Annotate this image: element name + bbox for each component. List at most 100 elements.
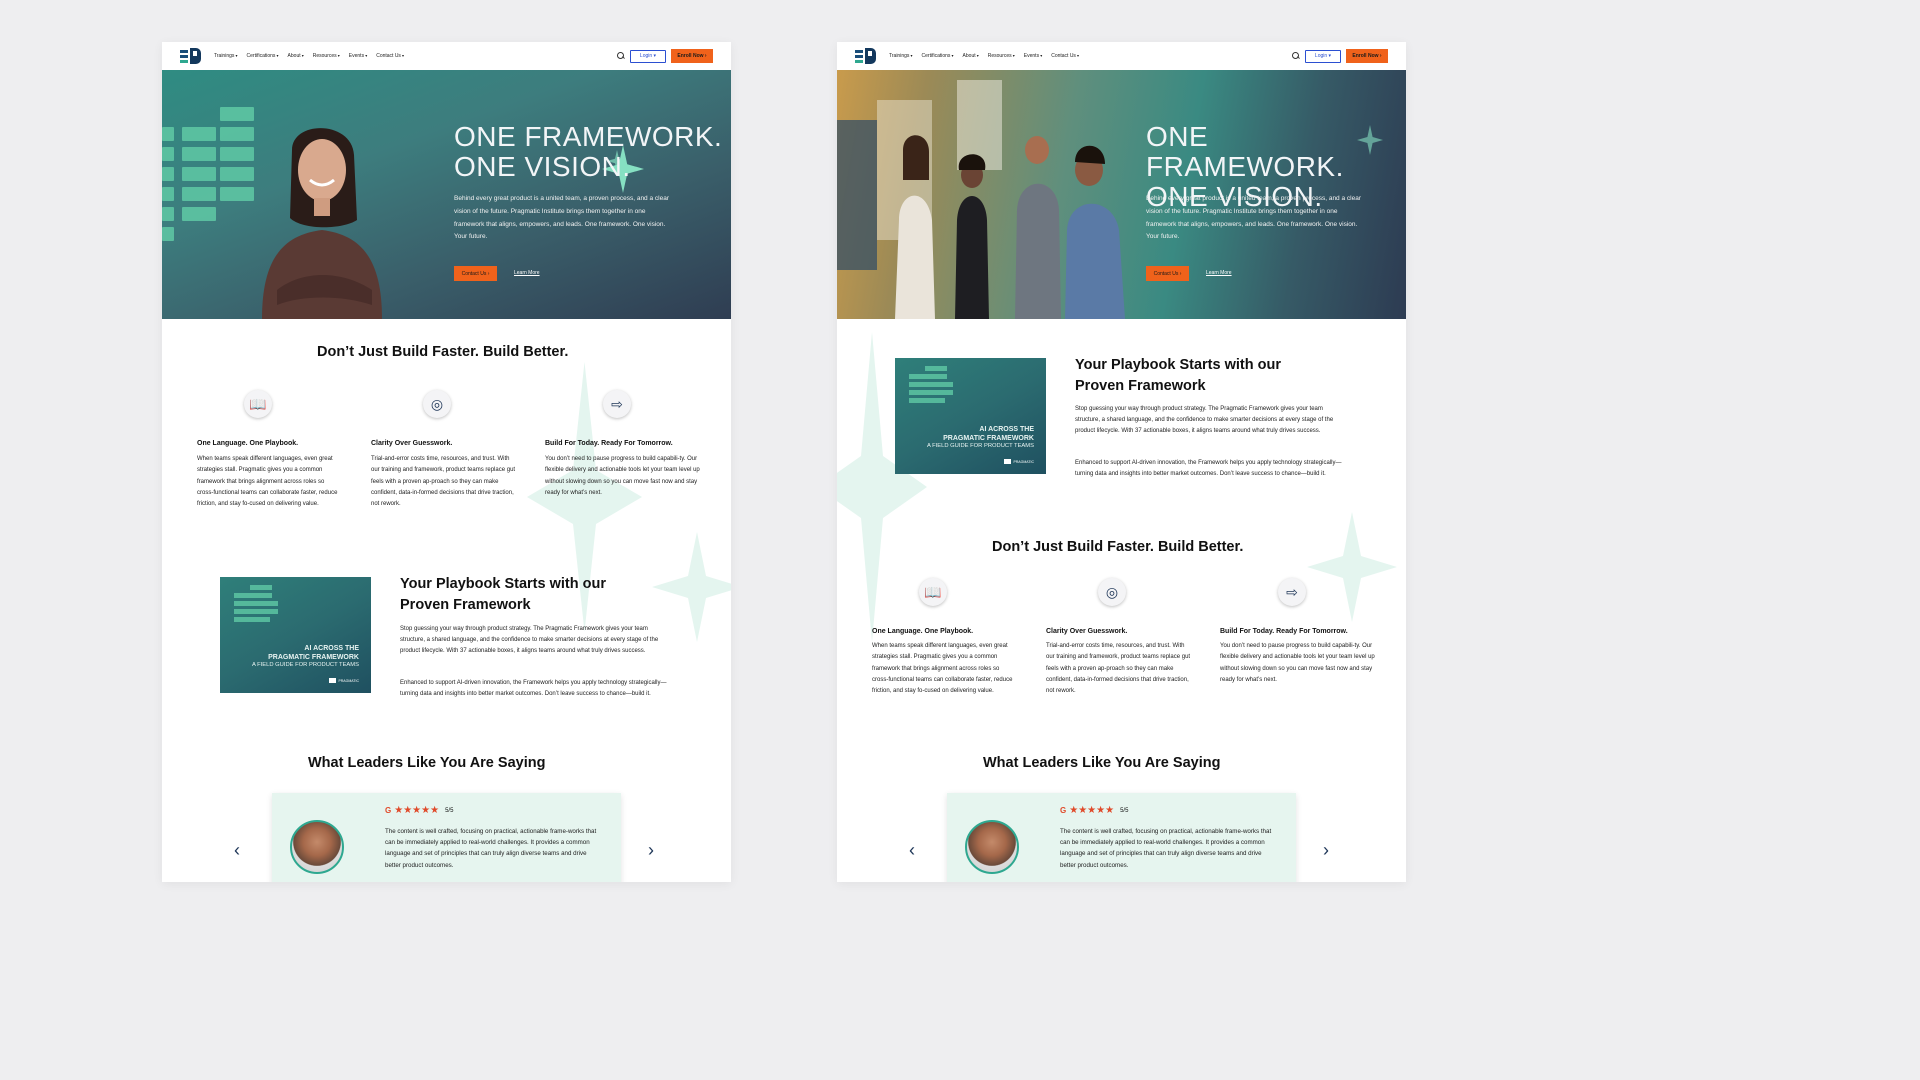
nav-item-trainings[interactable]: Trainings — [214, 53, 238, 59]
page-mockup-a: Trainings Certifications About Resources… — [162, 42, 731, 882]
nav-links: Trainings Certifications About Resources… — [889, 53, 1079, 59]
playbook-title-line2: Proven Framework — [400, 597, 531, 613]
avatar — [290, 820, 344, 874]
feature-text: You don’t need to pause progress to buil… — [1220, 643, 1375, 683]
login-button[interactable]: Login ▾ — [1305, 49, 1341, 63]
feature-text: Trial-and-error costs time, resources, a… — [1046, 643, 1191, 695]
book-icon: 📖 — [244, 390, 272, 418]
hero-banner: ONE FRAMEWORK. ONE VISION. Behind every … — [837, 70, 1406, 319]
feature-title: One Language. One Playbook. — [872, 628, 974, 635]
learn-more-link[interactable]: Learn More — [514, 270, 540, 276]
contact-us-label: Contact Us — [1153, 270, 1179, 277]
cover-subtitle: A FIELD GUIDE FOR PRODUCT TEAMS — [926, 443, 1034, 449]
feature-title: Build For Today. Ready For Tomorrow. — [1220, 628, 1348, 635]
pragmatic-logo[interactable] — [180, 48, 202, 64]
testimonials-heading: What Leaders Like You Are Saying — [308, 755, 546, 771]
carousel-prev-button[interactable]: ‹ — [909, 840, 915, 861]
hero-woman-photo — [262, 128, 382, 319]
avatar — [965, 820, 1019, 874]
export-icon: ⇨ — [603, 390, 631, 418]
cover-title: AI ACROSS THE PRAGMATIC FRAMEWORK — [268, 645, 359, 662]
cover-logo-text: PRAGMATIC — [338, 678, 359, 683]
nav-item-resources[interactable]: Resources — [313, 53, 340, 59]
feature-text: You don’t need to pause progress to buil… — [545, 456, 700, 496]
testimonial-quote: The content is well crafted, focusing on… — [385, 828, 597, 869]
feature-title: Clarity Over Guesswork. — [371, 440, 453, 447]
star-rating-icon: ★★★★★ — [394, 805, 440, 816]
star-rating-icon: ★★★★★ — [1069, 805, 1115, 816]
rating: G ★★★★★ 5/5 — [1060, 805, 1128, 816]
cover-title-line2: PRAGMATIC FRAMEWORK — [268, 653, 359, 661]
nav-item-events[interactable]: Events — [349, 53, 367, 59]
feature-text: When teams speak different languages, ev… — [197, 456, 338, 508]
background-star — [1307, 512, 1397, 622]
feature-title: One Language. One Playbook. — [197, 440, 299, 447]
cover-title: AI ACROSS THE PRAGMATIC FRAMEWORK — [943, 426, 1034, 443]
rating-score: 5/5 — [1120, 807, 1129, 814]
testimonials-heading: What Leaders Like You Are Saying — [983, 755, 1221, 771]
nav-item-events[interactable]: Events — [1024, 53, 1042, 59]
rating-score: 5/5 — [445, 807, 454, 814]
login-label: Login — [1314, 53, 1328, 59]
hero-title-line1: ONE FRAMEWORK. — [454, 121, 723, 152]
nav-item-certifications[interactable]: Certifications — [922, 53, 954, 59]
carousel-next-button[interactable]: › — [648, 840, 654, 861]
carousel-next-button[interactable]: › — [1323, 840, 1329, 861]
cover-logo-text: PRAGMATIC — [1013, 459, 1034, 464]
login-button[interactable]: Login ▾ — [630, 49, 666, 63]
nav-item-resources[interactable]: Resources — [988, 53, 1015, 59]
features-heading: Don’t Just Build Faster. Build Better. — [317, 344, 569, 360]
export-icon: ⇨ — [1278, 578, 1306, 606]
feature-title: Build For Today. Ready For Tomorrow. — [545, 440, 673, 447]
book-icon: 📖 — [919, 578, 947, 606]
cover-subtitle: A FIELD GUIDE FOR PRODUCT TEAMS — [251, 662, 359, 668]
feature-text: Trial-and-error costs time, resources, a… — [371, 456, 516, 508]
top-nav: Trainings Certifications About Resources… — [162, 42, 731, 70]
nav-item-about[interactable]: About — [288, 53, 304, 59]
hero-title-line2: ONE VISION. — [454, 151, 631, 182]
enroll-now-button[interactable]: Enroll Now › — [671, 49, 713, 63]
cover-logo: PRAGMATIC — [329, 678, 359, 683]
carousel-prev-button[interactable]: ‹ — [234, 840, 240, 861]
playbook-paragraph: Enhanced to support AI-driven innovation… — [400, 680, 667, 698]
contact-us-button[interactable]: Contact Us › — [454, 266, 497, 281]
learn-more-link[interactable]: Learn More — [1206, 270, 1232, 276]
contact-us-label: Contact Us — [461, 270, 487, 277]
field-guide-cover[interactable]: AI ACROSS THE PRAGMATIC FRAMEWORK A FIEL… — [220, 577, 371, 693]
features-heading: Don’t Just Build Faster. Build Better. — [992, 539, 1244, 555]
enroll-label: Enroll Now — [677, 53, 704, 59]
nav-item-about[interactable]: About — [963, 53, 979, 59]
hero-banner: ONE FRAMEWORK. ONE VISION. Behind every … — [162, 70, 731, 319]
playbook-paragraph: Stop guessing your way through product s… — [1075, 406, 1334, 435]
testimonial-card: G ★★★★★ 5/5 The content is well crafted,… — [947, 793, 1296, 882]
search-icon[interactable] — [617, 52, 625, 60]
page-mockup-b: Trainings Certifications About Resources… — [837, 42, 1406, 882]
search-icon[interactable] — [1292, 52, 1300, 60]
cover-title-line1: AI ACROSS THE — [304, 645, 359, 652]
field-guide-cover[interactable]: AI ACROSS THE PRAGMATIC FRAMEWORK A FIEL… — [895, 358, 1046, 474]
cover-title-line1: AI ACROSS THE — [979, 426, 1034, 433]
enroll-label: Enroll Now — [1352, 53, 1379, 59]
testimonial-quote: The content is well crafted, focusing on… — [1060, 828, 1272, 869]
enroll-now-button[interactable]: Enroll Now › — [1346, 49, 1388, 63]
rating: G ★★★★★ 5/5 — [385, 805, 453, 816]
nav-item-contact[interactable]: Contact Us — [376, 53, 404, 59]
nav-item-trainings[interactable]: Trainings — [889, 53, 913, 59]
top-nav: Trainings Certifications About Resources… — [837, 42, 1406, 70]
cover-title-line2: PRAGMATIC FRAMEWORK — [943, 434, 1034, 442]
hero-description: Behind every great product is a united t… — [454, 195, 669, 241]
nav-item-certifications[interactable]: Certifications — [247, 53, 279, 59]
feature-text: When teams speak different languages, ev… — [872, 643, 1013, 695]
pragmatic-logo[interactable] — [855, 48, 877, 64]
contact-us-button[interactable]: Contact Us › — [1146, 266, 1189, 281]
playbook-title-line1: Your Playbook Starts with our — [400, 576, 606, 592]
hero-title: ONE FRAMEWORK. ONE VISION. — [454, 122, 722, 182]
testimonial-card: G ★★★★★ 5/5 The content is well crafted,… — [272, 793, 621, 882]
nav-item-contact[interactable]: Contact Us — [1051, 53, 1079, 59]
hero-description: Behind every great product is a united t… — [1146, 195, 1361, 241]
target-icon: ◎ — [1098, 578, 1126, 606]
playbook-title: Your Playbook Starts with our Proven Fra… — [1075, 355, 1281, 397]
hero-title-line1: ONE FRAMEWORK. — [1146, 121, 1344, 182]
target-icon: ◎ — [423, 390, 451, 418]
login-label: Login — [639, 53, 653, 59]
